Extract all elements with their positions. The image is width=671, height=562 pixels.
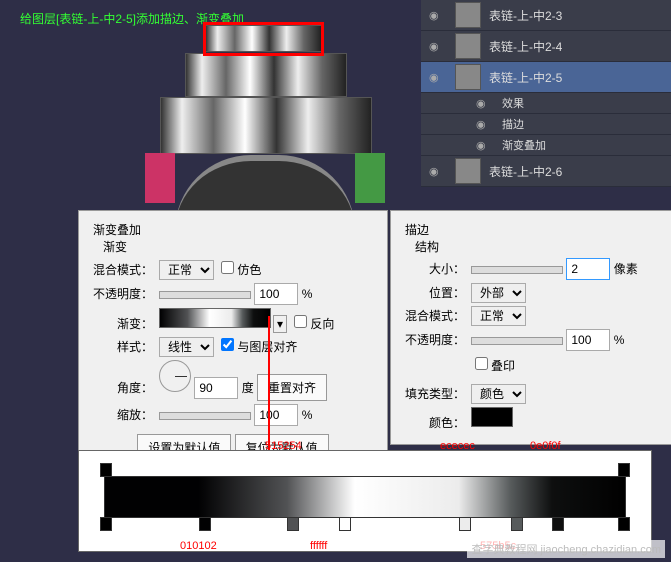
layer-name: 表链-上-中2-5 — [489, 69, 562, 86]
opacity-input[interactable] — [254, 283, 298, 305]
layer-thumb — [455, 2, 481, 28]
visibility-icon[interactable] — [476, 97, 494, 110]
visibility-icon[interactable] — [429, 39, 447, 53]
panel-subheading: 渐变 — [103, 238, 373, 255]
layer-row-selected[interactable]: 表链-上-中2-5 — [421, 62, 671, 93]
layer-thumb — [455, 158, 481, 184]
scale-input[interactable] — [254, 404, 298, 426]
style-select[interactable]: 线性 — [159, 337, 214, 357]
annotation-arrow — [268, 316, 270, 456]
layer-name: 表链-上-中2-3 — [489, 7, 562, 24]
size-label: 大小： — [405, 260, 465, 277]
visibility-icon[interactable] — [429, 70, 447, 84]
hex-label: 515254 — [265, 440, 302, 452]
color-stop[interactable] — [287, 517, 299, 531]
angle-dial[interactable] — [159, 360, 191, 392]
hex-label: 010102 — [180, 540, 217, 552]
style-label: 样式： — [93, 338, 153, 355]
panel-heading: 渐变叠加 — [93, 221, 373, 238]
layer-thumb — [455, 33, 481, 59]
fx-label: 效果 — [421, 93, 671, 114]
visibility-icon[interactable] — [429, 8, 447, 22]
size-input[interactable] — [566, 258, 610, 280]
visibility-icon[interactable] — [476, 139, 494, 152]
layer-name: 表链-上-中2-4 — [489, 38, 562, 55]
opacity-slider[interactable] — [471, 337, 563, 345]
visibility-icon[interactable] — [429, 164, 447, 178]
selection-box — [203, 22, 324, 56]
gradient-overlay-panel: 渐变叠加 渐变 混合模式：正常 仿色 不透明度： % 渐变：▾ 反向 样式：线性… — [78, 210, 388, 475]
layers-panel: 表链-上-中2-3 表链-上-中2-4 表链-上-中2-5 效果 描边 渐变叠加… — [421, 0, 671, 187]
color-stop[interactable] — [511, 517, 523, 531]
color-label: 颜色： — [405, 414, 465, 431]
gradient-editor — [78, 450, 652, 552]
opacity-label: 不透明度： — [93, 285, 153, 302]
layer-row[interactable]: 表链-上-中2-6 — [421, 156, 671, 187]
watermark: 查字典教程网 jiaocheng.chazidian.com — [467, 540, 665, 558]
opacity-label: 不透明度： — [405, 331, 465, 348]
blend-mode-label: 混合模式： — [93, 261, 153, 278]
reverse-checkbox[interactable] — [294, 315, 307, 328]
size-slider[interactable] — [471, 266, 563, 274]
gradient-dropdown-icon[interactable]: ▾ — [273, 315, 287, 333]
opacity-input[interactable] — [566, 329, 610, 351]
color-stop[interactable] — [618, 517, 630, 531]
color-stop[interactable] — [339, 517, 351, 531]
dither-checkbox[interactable] — [221, 261, 234, 274]
scale-slider[interactable] — [159, 412, 251, 420]
fill-type-label: 填充类型： — [405, 385, 465, 402]
position-select[interactable]: 外部 — [471, 283, 526, 303]
layer-row[interactable]: 表链-上-中2-4 — [421, 31, 671, 62]
blend-mode-select[interactable]: 正常 — [159, 260, 214, 280]
align-checkbox[interactable] — [221, 338, 234, 351]
panel-subheading: 结构 — [415, 238, 660, 255]
gradient-label: 渐变： — [93, 315, 153, 332]
angle-input[interactable] — [194, 377, 238, 399]
layer-name: 表链-上-中2-6 — [489, 163, 562, 180]
hex-label: 0e0f0f — [530, 440, 561, 452]
blend-mode-label: 混合模式： — [405, 307, 465, 324]
reverse-label: 反向 — [310, 317, 334, 331]
overprint-checkbox[interactable] — [475, 357, 488, 370]
color-stop[interactable] — [199, 517, 211, 531]
watch-preview — [125, 25, 405, 205]
opacity-stop[interactable] — [618, 463, 630, 477]
gradient-preview[interactable] — [159, 308, 271, 328]
position-label: 位置： — [405, 284, 465, 301]
layer-row[interactable]: 表链-上-中2-3 — [421, 0, 671, 31]
gradient-ramp[interactable] — [104, 476, 626, 518]
hex-label: ffffff — [310, 540, 327, 552]
opacity-stop[interactable] — [100, 463, 112, 477]
overprint-label: 叠印 — [491, 359, 515, 373]
fill-type-select[interactable]: 颜色 — [471, 384, 526, 404]
color-stop[interactable] — [552, 517, 564, 531]
panel-heading: 描边 — [405, 221, 660, 238]
hex-label: ececec — [440, 440, 475, 452]
color-stop[interactable] — [100, 517, 112, 531]
visibility-icon[interactable] — [476, 118, 494, 131]
fx-stroke[interactable]: 描边 — [421, 114, 671, 135]
opacity-slider[interactable] — [159, 291, 251, 299]
blend-mode-select[interactable]: 正常 — [471, 306, 526, 326]
layer-thumb — [455, 64, 481, 90]
color-swatch[interactable] — [471, 407, 513, 427]
fx-gradient[interactable]: 渐变叠加 — [421, 135, 671, 156]
dither-label: 仿色 — [237, 263, 261, 277]
scale-label: 缩放： — [93, 406, 153, 423]
stroke-panel: 描边 结构 大小： 像素 位置：外部 混合模式：正常 不透明度： % 叠印 填充… — [390, 210, 671, 445]
angle-label: 角度： — [93, 379, 153, 396]
color-stop[interactable] — [459, 517, 471, 531]
